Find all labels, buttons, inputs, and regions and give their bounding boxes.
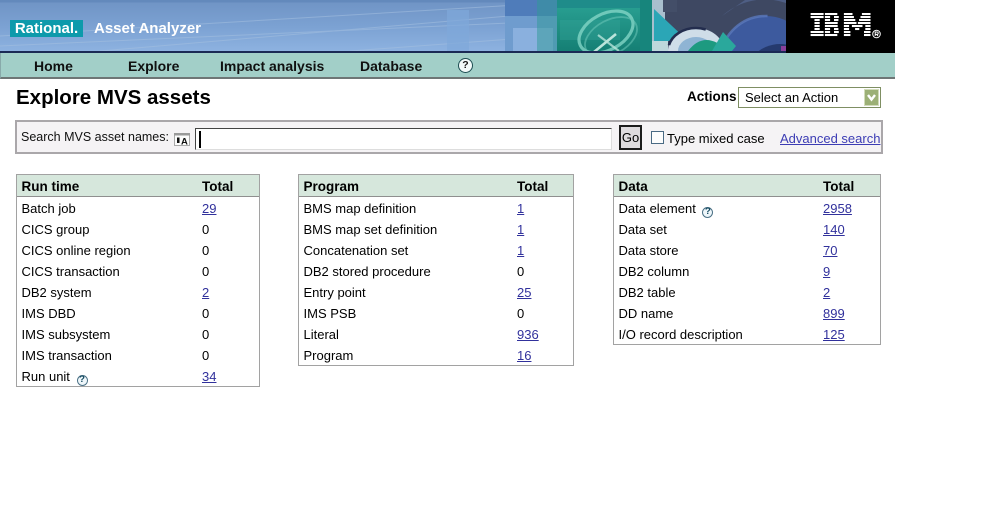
svg-text:A: A [181, 137, 188, 147]
